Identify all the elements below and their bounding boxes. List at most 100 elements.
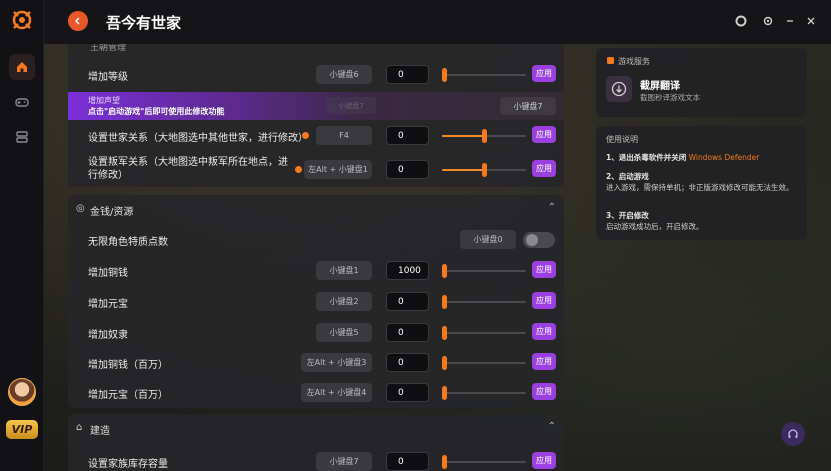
apply-button[interactable]: 应用 (532, 383, 556, 400)
cheat-row: 设置家族库存容量 小键盘7 0 应用 (68, 446, 564, 471)
close-button[interactable] (803, 13, 819, 29)
service-name[interactable]: 截屏翻译 (640, 77, 680, 92)
hotkey-button[interactable]: 小键盘2 (316, 292, 372, 311)
value-input[interactable]: 0 (386, 323, 429, 342)
step-1: 1、退出杀毒软件并关闭 Windows Defender (606, 152, 798, 163)
section-title: 金钱/资源 (90, 207, 134, 218)
apply-button[interactable]: 应用 (532, 160, 556, 177)
cheat-row: 无限角色特质点数 小键盘0 (68, 224, 564, 255)
hotkey-button[interactable]: 左Alt + 小键盘3 (301, 353, 372, 372)
value-input[interactable]: 0 (386, 160, 429, 179)
service-desc: 截图秒译游戏文本 (640, 93, 700, 102)
apply-button[interactable]: 应用 (532, 353, 556, 370)
arrow-left-icon (74, 17, 80, 25)
home-icon (17, 62, 27, 72)
settings-button[interactable] (760, 13, 776, 29)
cheat-row: 增加元宝（百万） 左Alt + 小键盘4 0 应用 (68, 377, 564, 408)
hotkey-button[interactable]: 小键盘6 (316, 65, 372, 84)
hotkey-button[interactable]: 小键盘7 (500, 97, 556, 115)
value-slider[interactable] (442, 163, 526, 177)
theme-button[interactable] (733, 13, 749, 29)
building-icon: ⌂ (76, 422, 83, 433)
section-title-clipped: 王朝管理 (90, 44, 127, 53)
cheat-row: 增加等级 小键盘6 0 应用 (68, 59, 564, 90)
chevron-up-icon[interactable]: ⌃ (548, 202, 556, 213)
download-circle-icon (611, 81, 627, 97)
nav-games[interactable] (9, 89, 35, 115)
chevron-up-icon[interactable]: ⌃ (548, 421, 556, 432)
help-title: 使用说明 (606, 135, 638, 144)
value-slider[interactable] (442, 356, 526, 370)
value-slider[interactable] (442, 129, 526, 143)
hotkey-button[interactable]: 左Alt + 小键盘1 (304, 160, 372, 179)
step-3-title: 3、开启修改 (606, 211, 649, 220)
value-slider[interactable] (442, 326, 526, 340)
cheat-label: 增加元宝 (88, 299, 128, 310)
hotkey-button[interactable]: 小键盘0 (460, 230, 516, 249)
apply-button[interactable]: 应用 (532, 452, 556, 469)
close-icon (807, 17, 815, 25)
cheat-row: 设置世家关系（大地图选中其他世家，进行修改） F4 0 应用 (68, 120, 564, 151)
cheat-row: 增加元宝 小键盘2 0 应用 (68, 286, 564, 317)
vip-badge[interactable]: VIP (6, 420, 38, 439)
value-slider[interactable] (442, 68, 526, 82)
section-header[interactable]: ⌂ 建造 ⌃ (68, 414, 564, 442)
apply-button[interactable]: 应用 (532, 65, 556, 82)
cheat-label: 增加元宝（百万） (88, 390, 168, 401)
cheat-list[interactable]: 王朝管理 增加等级 小键盘6 0 应用 增加声望 点击"启动游戏"后即可使用此修… (68, 44, 564, 471)
value-input[interactable]: 0 (386, 65, 429, 84)
cheat-label: 增加等级 (88, 72, 128, 83)
step-3-body: 启动游戏成功后，开启修改。 (606, 222, 704, 231)
value-slider[interactable] (442, 295, 526, 309)
cheat-row: 设置叛军关系（大地图选中叛军所在地点，进行修改） 左Alt + 小键盘1 0 应… (68, 152, 564, 186)
value-slider[interactable] (442, 455, 526, 469)
apply-button[interactable]: 应用 (532, 126, 556, 143)
instructions-panel: 使用说明 1、退出杀毒软件并关闭 Windows Defender 2、启动游戏… (596, 126, 807, 240)
defender-link[interactable]: Windows Defender (689, 153, 760, 162)
hotkey-button[interactable]: 左Alt + 小键盘4 (301, 383, 372, 402)
minimize-button[interactable] (782, 13, 798, 29)
step-2-body: 进入游戏，需保持单机；非正版游戏修改可能无法生效。 (606, 183, 794, 192)
page-title: 吾今有世家 (106, 14, 182, 32)
service-title: 游戏服务 (618, 57, 650, 66)
value-slider[interactable] (442, 264, 526, 278)
coin-icon: ◎ (76, 203, 85, 214)
nav-home[interactable] (9, 54, 35, 80)
cheat-label: 增加奴隶 (88, 330, 128, 341)
launch-notice-text: 点击"启动游戏"后即可使用此修改功能 (88, 107, 225, 116)
cheat-label: 设置叛军关系（大地图选中叛军所在地点，进行修改） (88, 157, 288, 181)
toggle-switch[interactable] (523, 232, 555, 248)
value-slider[interactable] (442, 386, 526, 400)
gamepad-icon (15, 98, 29, 107)
hotkey-button[interactable]: 小键盘5 (316, 323, 372, 342)
info-dot-icon (302, 132, 309, 139)
launch-notice-banner: 增加声望 点击"启动游戏"后即可使用此修改功能 小键盘7 小键盘7 (68, 92, 564, 120)
cheat-label: 增加声望 (88, 96, 120, 105)
support-button[interactable] (781, 422, 805, 446)
value-input[interactable]: 0 (386, 353, 429, 372)
title-bar: 吾今有世家 (44, 0, 831, 44)
nav-library[interactable] (9, 124, 35, 150)
value-input[interactable]: 0 (386, 452, 429, 471)
hotkey-button[interactable]: 小键盘7 (316, 452, 372, 471)
value-input[interactable]: 1000 (386, 261, 429, 280)
avatar[interactable] (8, 378, 36, 406)
apply-button[interactable]: 应用 (532, 261, 556, 278)
cheat-row: 增加铜钱 小键盘1 1000 应用 (68, 255, 564, 286)
cheat-label: 无限角色特质点数 (88, 237, 168, 248)
section-header[interactable]: ◎ 金钱/资源 ⌃ (68, 195, 564, 223)
apply-button[interactable]: 应用 (532, 292, 556, 309)
service-icon (607, 57, 614, 64)
circle-icon (735, 15, 747, 27)
back-button[interactable] (68, 11, 88, 31)
apply-button[interactable]: 应用 (532, 323, 556, 340)
gear-icon (763, 16, 773, 26)
screenshot-translate-button[interactable] (606, 76, 632, 102)
cheat-row: 增加奴隶 小键盘5 0 应用 (68, 317, 564, 348)
cheat-row: 增加铜钱（百万） 左Alt + 小键盘3 0 应用 (68, 347, 564, 378)
hotkey-button[interactable]: F4 (316, 126, 372, 145)
value-input[interactable]: 0 (386, 292, 429, 311)
hotkey-button[interactable]: 小键盘1 (316, 261, 372, 280)
value-input[interactable]: 0 (386, 126, 429, 145)
value-input[interactable]: 0 (386, 383, 429, 402)
